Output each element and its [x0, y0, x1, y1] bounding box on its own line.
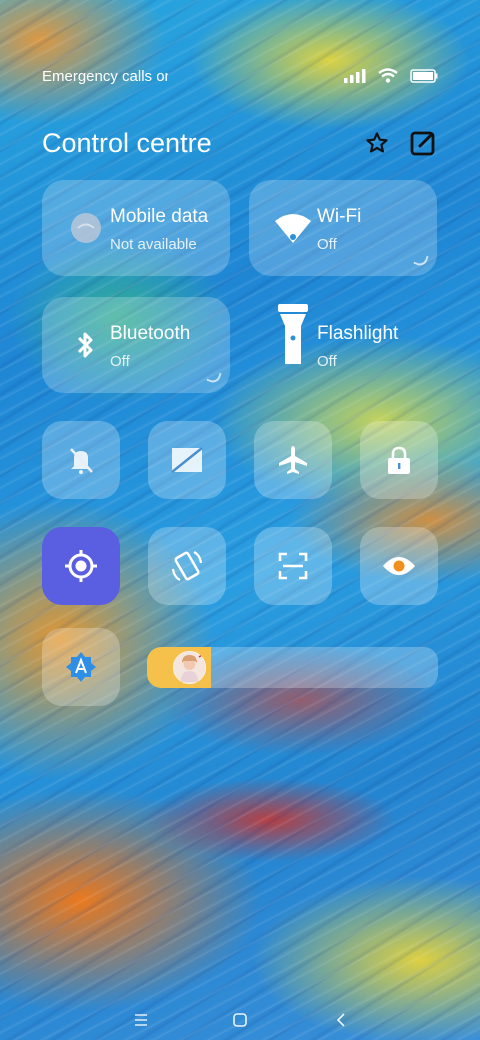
tile-location[interactable]: [42, 527, 120, 605]
tile-rotation[interactable]: [148, 421, 226, 499]
brightness-slider-thumb-avatar[interactable]: [171, 649, 209, 686]
home-icon[interactable]: [228, 1010, 252, 1030]
signal-bars-icon: [344, 68, 366, 83]
tile-state: Off: [317, 236, 337, 253]
wifi-icon: [273, 208, 313, 248]
tile-flashlight[interactable]: Flashlight Off: [249, 297, 437, 393]
tile-airplane[interactable]: [254, 421, 332, 499]
mute-bell-icon: [70, 448, 93, 474]
screenshot-icon: [278, 552, 308, 580]
mobile-data-icon: [66, 208, 106, 248]
location-icon: [65, 550, 97, 582]
tile-lock[interactable]: [360, 421, 438, 499]
expand-corner-icon: [206, 369, 222, 385]
flashlight-icon: [273, 304, 313, 364]
tile-wifi[interactable]: Wi-Fi Off: [249, 180, 437, 276]
tile-state: Not available: [110, 236, 197, 253]
page-title: Control centre: [42, 128, 212, 158]
tile-mute[interactable]: [42, 421, 120, 499]
bluetooth-icon: [66, 325, 106, 365]
tile-label: Bluetooth: [110, 323, 191, 344]
tile-bluetooth[interactable]: Bluetooth Off: [42, 297, 230, 393]
screen-rotation-icon: [171, 447, 203, 473]
tile-state: Off: [317, 353, 337, 370]
brightness-slider[interactable]: [147, 647, 438, 688]
tile-label: Wi-Fi: [317, 206, 362, 227]
lock-icon: [388, 446, 410, 474]
auto-brightness-icon: [66, 652, 96, 682]
edit-icon[interactable]: [408, 128, 438, 158]
expand-corner-icon: [413, 252, 429, 268]
tile-auto-rotate[interactable]: [148, 527, 226, 605]
menu-icon[interactable]: [129, 1010, 153, 1030]
star-icon[interactable]: [362, 128, 392, 158]
auto-rotate-icon: [171, 551, 203, 581]
tile-screenshot[interactable]: [254, 527, 332, 605]
tile-auto-brightness[interactable]: [42, 628, 120, 706]
carrier-text: Emergency calls only: [42, 68, 168, 85]
control-centre-header: Control centre: [42, 124, 438, 164]
tile-state: Off: [110, 353, 130, 370]
tile-reading-mode[interactable]: [360, 527, 438, 605]
wifi-icon: [378, 68, 398, 83]
airplane-icon: [279, 446, 307, 474]
navigation-bar: [0, 1000, 480, 1040]
tile-mobile-data[interactable]: Mobile data Not available: [42, 180, 230, 276]
battery-icon: [410, 68, 438, 83]
tile-label: Mobile data: [110, 206, 209, 227]
status-bar: Emergency calls only: [42, 66, 438, 88]
eye-reading-mode-icon: [383, 557, 415, 575]
back-icon[interactable]: [329, 1010, 353, 1030]
tile-label: Flashlight: [317, 323, 399, 344]
